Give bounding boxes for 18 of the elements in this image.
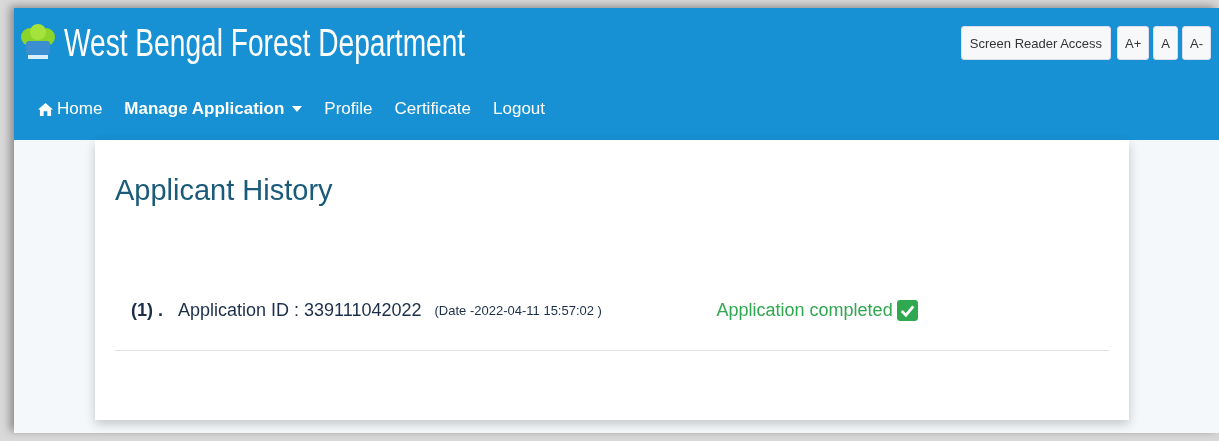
nav-link[interactable]: Profile bbox=[324, 99, 373, 119]
application-id: Application ID : 339111042022 bbox=[178, 299, 422, 321]
check-icon bbox=[896, 299, 918, 321]
font-size-button[interactable]: A+ bbox=[1117, 26, 1150, 60]
site-title: West Bengal Forest Department bbox=[64, 21, 466, 65]
nav-link[interactable]: Home bbox=[38, 99, 103, 119]
nav-link[interactable]: Certificate bbox=[394, 99, 472, 119]
nav-link[interactable]: Logout bbox=[493, 99, 546, 119]
caret-icon bbox=[292, 106, 303, 112]
font-size-button[interactable]: A- bbox=[1182, 26, 1211, 60]
home-icon bbox=[38, 102, 53, 116]
status-text: Application completed bbox=[716, 299, 893, 321]
nav-link[interactable]: Manage Application bbox=[124, 99, 303, 119]
screen-reader-button[interactable]: Screen Reader Access bbox=[960, 26, 1112, 60]
page-heading: Applicant History bbox=[115, 173, 334, 208]
row-number: (1) . bbox=[131, 299, 164, 321]
application-date: (Date -2022-04-11 15:57:02 ) bbox=[434, 302, 603, 318]
font-size-button[interactable]: A bbox=[1153, 26, 1178, 60]
